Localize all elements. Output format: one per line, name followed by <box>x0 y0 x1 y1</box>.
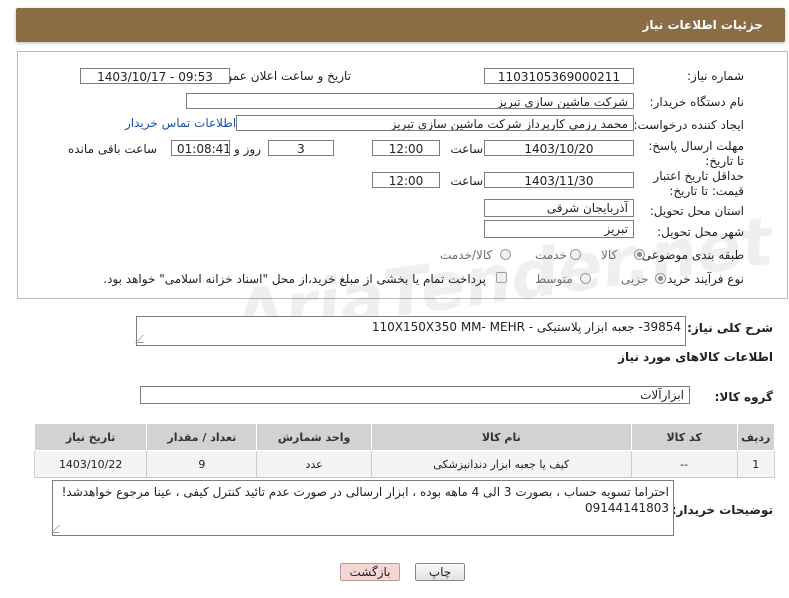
need-description-label: شرح کلی نیاز: <box>687 321 773 335</box>
category-radio-service[interactable] <box>570 249 581 260</box>
remaining-time-field: 01:08:41 <box>171 140 230 156</box>
process-radio-minor[interactable] <box>655 273 666 284</box>
announce-date-field: 1403/10/17 - 09:53 <box>80 68 230 84</box>
need-description-text: 39854- جعبه ابزار پلاستیکی - 110X150X350… <box>371 320 681 334</box>
province-label: استان محل تحویل: <box>649 204 744 218</box>
reply-time-label: ساعت <box>450 142 483 156</box>
category-option-goods-service: کالا/خدمت <box>440 248 493 262</box>
cell-need-date: 1403/10/22 <box>33 450 148 478</box>
page-header: جزئیات اطلاعات نیاز <box>16 8 785 42</box>
resize-grip-icon[interactable] <box>135 335 151 343</box>
buyer-notes-textarea: احتراما تسویه حساب ، بصورت 3 الی 4 ماهه … <box>51 480 674 536</box>
price-validity-date-field: 1403/11/30 <box>484 172 634 188</box>
col-need-date: تاریخ نیاز <box>33 423 148 451</box>
buyer-notes-line-1: احتراما تسویه حساب ، بصورت 3 الی 4 ماهه … <box>61 485 669 499</box>
buyer-name-field: شرکت ماشین سازی تبریز <box>186 93 634 109</box>
category-option-service: خدمت <box>535 248 567 262</box>
requester-label: ایجاد کننده درخواست: <box>633 118 744 132</box>
category-label: طبقه بندی موضوعی: <box>637 248 744 262</box>
reply-deadline-label: مهلت ارسال پاسخ: تا تاریخ: <box>648 139 744 168</box>
buyer-contact-link[interactable]: اطلاعات تماس خریدار <box>125 116 236 130</box>
remaining-time-label: ساعت باقی مانده <box>68 142 158 156</box>
resize-grip-icon[interactable] <box>51 525 67 533</box>
cell-quantity: 9 <box>146 450 258 478</box>
cell-row-number: 1 <box>736 450 776 478</box>
days-label: روز و <box>234 142 261 156</box>
process-option-medium: متوسط <box>535 272 573 286</box>
need-number-label: شماره نیاز: <box>687 69 744 83</box>
category-radio-goods-service[interactable] <box>500 249 511 260</box>
process-radio-medium[interactable] <box>580 273 591 284</box>
goods-section-title: اطلاعات کالاهای مورد نیاز <box>618 350 773 364</box>
reply-time-field: 12:00 <box>372 140 440 156</box>
need-description-textarea: 39854- جعبه ابزار پلاستیکی - 110X150X350… <box>135 316 686 346</box>
process-type-label: نوع فرآیند خرید : <box>659 272 744 286</box>
col-quantity: تعداد / مقدار <box>146 423 258 451</box>
buyer-notes-line-2: 09144141803 <box>585 501 669 515</box>
city-label: شهر محل تحویل: <box>657 225 744 239</box>
need-number-field: 1103105369000211 <box>484 68 634 84</box>
category-radio-goods[interactable] <box>634 249 645 260</box>
goods-group-field: ابزارآلات <box>140 386 690 404</box>
table-row[interactable]: 1403/10/22 9 عدد کیف یا جعبه ابزار دندان… <box>33 450 776 478</box>
treasury-payment-text: پرداخت تمام یا بخشی از مبلغ خرید،از محل … <box>103 272 486 286</box>
price-validity-label: حداقل تاریخ اعتبار قیمت: تا تاریخ: <box>653 169 744 198</box>
col-row-number: ردیف <box>736 423 776 451</box>
back-button[interactable]: بازگشت <box>340 563 400 581</box>
price-validity-time-label: ساعت <box>450 174 483 188</box>
print-button[interactable]: چاپ <box>415 563 465 581</box>
cell-item-name: کیف یا جعبه ابزار دندانپزشکی <box>370 450 632 478</box>
requester-field: محمد رزمی کارپرداز شرکت ماشین سازی تبریز <box>236 115 634 131</box>
col-item-code: کد کالا <box>630 423 738 451</box>
days-remaining-field: 3 <box>268 140 334 156</box>
category-option-goods: کالا <box>601 248 618 262</box>
goods-table: تاریخ نیاز تعداد / مقدار واحد شمارش نام … <box>33 423 776 478</box>
cell-item-code: -- <box>630 450 738 478</box>
treasury-payment-checkbox[interactable] <box>496 272 507 283</box>
cell-unit: عدد <box>256 450 372 478</box>
buyer-notes-label: توضیحات خریدار: <box>671 503 773 517</box>
buyer-name-label: نام دستگاه خریدار: <box>649 95 745 109</box>
process-option-minor: جزیی <box>621 272 649 286</box>
goods-group-label: گروه کالا: <box>714 390 773 404</box>
goods-table-header: تاریخ نیاز تعداد / مقدار واحد شمارش نام … <box>33 423 776 451</box>
province-field: آذربایجان شرقی <box>484 199 634 217</box>
reply-date-field: 1403/10/20 <box>484 140 634 156</box>
page-title: جزئیات اطلاعات نیاز <box>642 18 763 32</box>
city-field: تبریز <box>484 220 634 238</box>
col-unit: واحد شمارش <box>256 423 372 451</box>
col-item-name: نام کالا <box>370 423 632 451</box>
price-validity-time-field: 12:00 <box>372 172 440 188</box>
